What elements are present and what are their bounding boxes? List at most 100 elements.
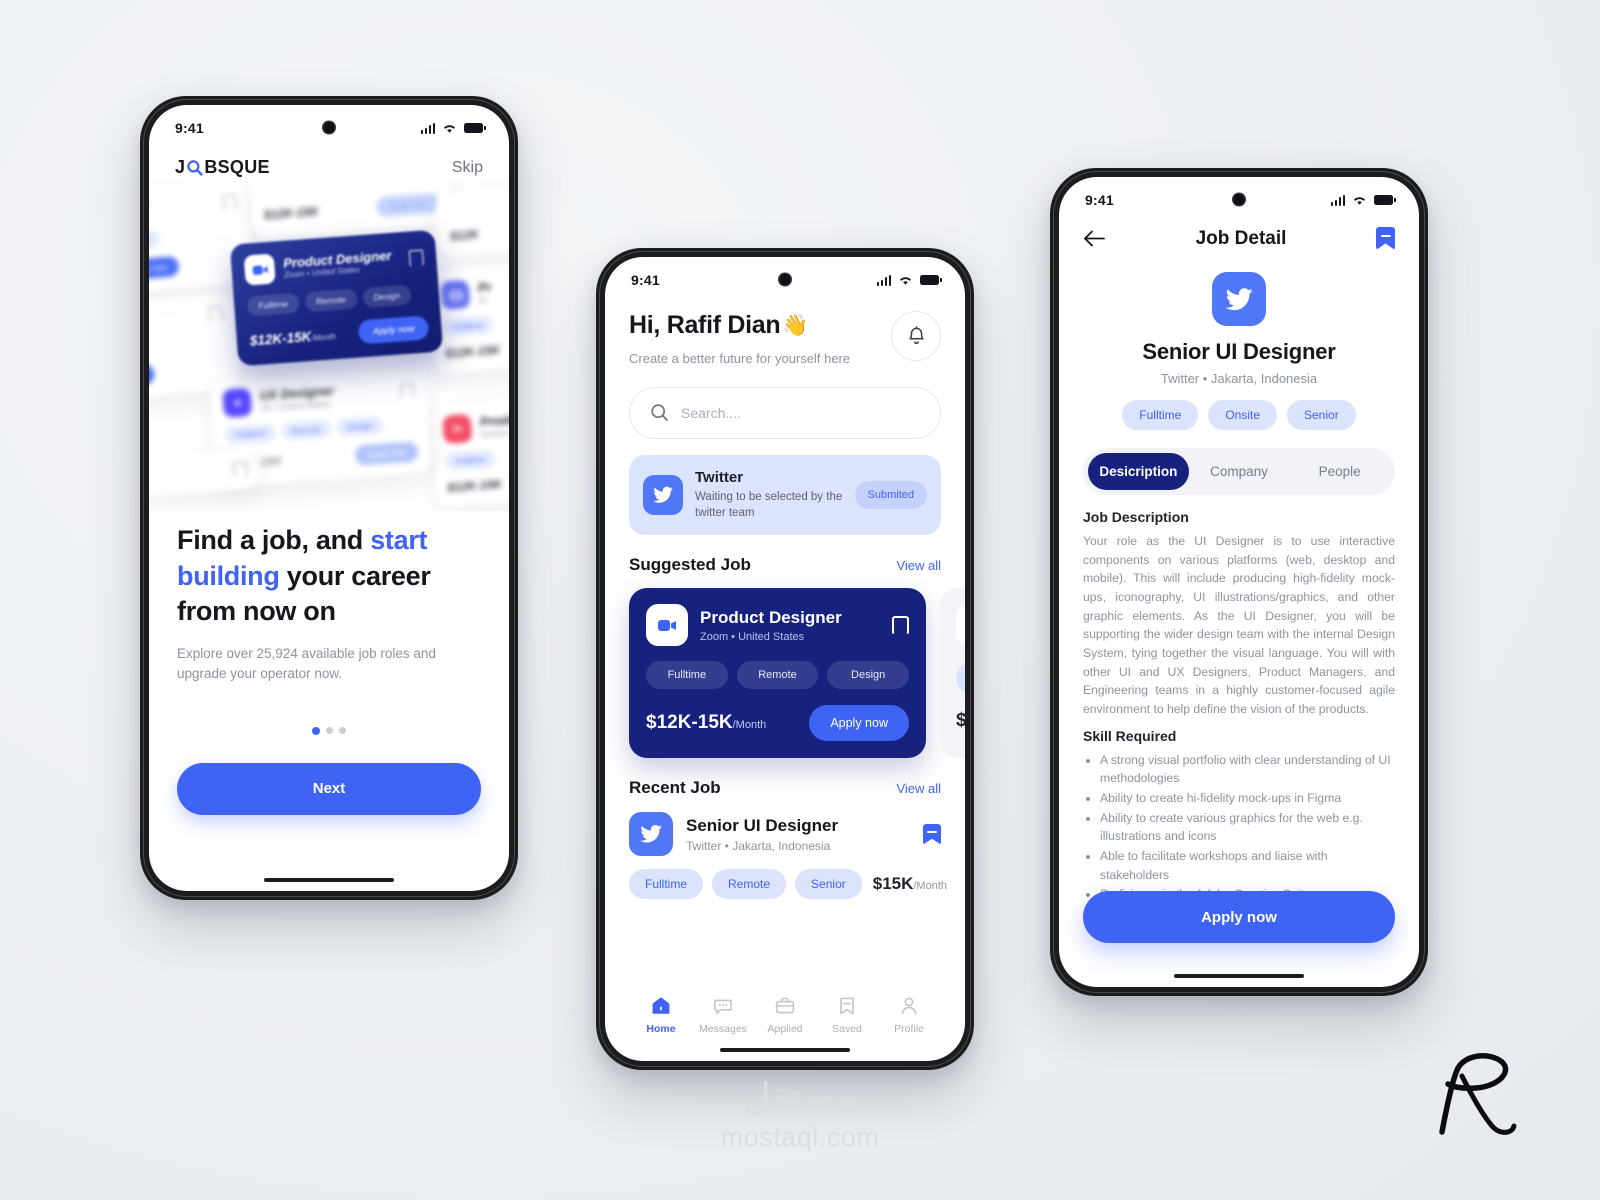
collage-card-title: Produ	[479, 412, 509, 430]
battery-icon	[1374, 195, 1396, 205]
zoom-icon	[243, 253, 276, 286]
application-status-card[interactable]: Twitter Waiting to be selected by the tw…	[629, 454, 941, 536]
job-chip[interactable]: Onsite	[1208, 400, 1277, 430]
description-body: Your role as the UI Designer is to use i…	[1083, 534, 1395, 716]
list-item: Ability to create various graphics for t…	[1100, 809, 1395, 846]
bookmark-icon	[840, 997, 854, 1015]
job-chip: Remote	[304, 288, 358, 313]
signal-bars-icon	[1330, 194, 1345, 206]
tab-people[interactable]: People	[1289, 453, 1390, 490]
list-item: A strong visual portfolio with clear und…	[1100, 751, 1395, 788]
app-logo: J BSQUE	[175, 157, 270, 178]
suggested-jobs-carousel[interactable]: Product Designer Zoom • United States Fu…	[629, 588, 965, 759]
tab-profile[interactable]: Profile	[883, 995, 935, 1035]
bookmark-icon	[223, 194, 237, 210]
search-input[interactable]: Search....	[629, 386, 941, 439]
apply-now-button[interactable]: Apply now	[809, 705, 909, 742]
job-company-location: Twitter • Jakarta, Indonesia	[1160, 371, 1318, 386]
tab-saved[interactable]: Saved	[821, 995, 873, 1035]
featured-apply-button: Apply now	[358, 315, 430, 345]
pagination-dot[interactable]	[339, 726, 346, 734]
logo-text-left: J	[175, 157, 186, 177]
job-chip: Remote	[712, 869, 787, 900]
tab-label: Applied	[767, 1023, 803, 1035]
job-card-product-designer[interactable]: Product Designer Zoom • United States Fu…	[629, 588, 926, 759]
collage-card-title: Pr	[477, 280, 492, 296]
job-chips: Fulltime Onsite Senior	[1059, 400, 1419, 430]
status-bar: 9:41	[1059, 177, 1419, 219]
status-time: 9:41	[1085, 192, 1114, 208]
bookmark-icon[interactable]	[892, 615, 909, 635]
collage-apply: Apply now	[149, 255, 180, 282]
status-time: 9:41	[175, 120, 204, 136]
onboarding-subtext: Explore over 25,924 available job roles …	[177, 645, 436, 682]
skip-button[interactable]: Skip	[452, 159, 483, 177]
watermark-latin: mostaql.com	[720, 1122, 880, 1152]
recent-section-header: Recent Job View all	[629, 778, 941, 798]
watermark-arabic: مستقل	[743, 1075, 857, 1119]
onboarding-body: Find a job, and start building your care…	[149, 523, 509, 815]
arrow-left-icon[interactable]	[1083, 229, 1106, 248]
page-title: Job Detail	[1195, 227, 1287, 249]
view-all-suggested[interactable]: View all	[896, 558, 941, 573]
collage-pay: $12K-15K	[444, 342, 501, 361]
tab-messages[interactable]: Messages	[697, 995, 749, 1035]
logo-text-right: BSQUE	[204, 157, 270, 177]
tab-description[interactable]: Desicription	[1088, 453, 1189, 490]
magnifier-icon	[186, 159, 203, 176]
wifi-icon	[900, 276, 911, 285]
bookmark-icon	[409, 250, 424, 267]
search-placeholder: Search....	[681, 404, 741, 421]
section-title-suggested: Suggested Job	[629, 555, 751, 575]
greeting-text: Hi, Rafif Dian	[629, 311, 781, 339]
job-subtitle: Twitter • Jakarta, Indonesia	[686, 838, 831, 853]
suggested-section-header: Suggested Job View all	[629, 555, 941, 575]
phone3-screen: 9:41 Job Detail Senior UI Designer Twitt…	[1059, 177, 1419, 987]
home-indicator	[1174, 974, 1304, 978]
notification-bell-button[interactable]	[891, 311, 941, 361]
status-icons	[876, 274, 942, 286]
bookmark-filled-icon[interactable]	[1376, 227, 1395, 250]
list-item: Ability to create hi-fidelity mock-ups i…	[1100, 789, 1395, 808]
recent-job-item[interactable]: Senior UI Designer Twitter • Jakarta, In…	[629, 812, 947, 900]
chat-bubble-icon	[714, 999, 732, 1015]
job-title: Product Designer	[700, 607, 842, 627]
battery-icon	[920, 275, 942, 285]
tab-applied[interactable]: Applied	[759, 995, 811, 1035]
job-chip[interactable]: Senior	[1287, 400, 1356, 430]
description-heading: Job Description	[1083, 509, 1189, 525]
pagination-dot-active[interactable]	[312, 726, 320, 735]
view-all-recent[interactable]: View all	[896, 781, 941, 796]
job-title: Senior UI Designer	[686, 815, 839, 835]
pagination-dot[interactable]	[326, 726, 333, 734]
job-chip[interactable]: Fulltime	[1122, 400, 1199, 430]
tab-company[interactable]: Company	[1189, 453, 1290, 490]
status-badge[interactable]: Submited	[854, 480, 927, 509]
bookmark-icon	[233, 462, 247, 478]
collage-card-title	[149, 315, 200, 324]
phone-home: 9:41 Hi, Rafif Dian 👋 Create a better fu…	[596, 248, 974, 1070]
collage-pay: $12K-15K	[263, 204, 320, 223]
signal-bars-icon	[420, 122, 435, 134]
next-button[interactable]: Next	[177, 762, 481, 815]
collage-chip: Remote	[280, 419, 332, 441]
job-card-peek[interactable]: $	[940, 588, 965, 759]
vk-icon	[222, 387, 253, 418]
detail-tabs: Desicription Company People	[1083, 448, 1395, 495]
search-icon	[651, 404, 668, 421]
job-cards-collage: signer ates Design Apply now Design ply …	[149, 181, 509, 511]
apply-now-button[interactable]: Apply now	[1083, 891, 1395, 943]
pagination-dots	[177, 726, 481, 735]
tab-home[interactable]: Home	[635, 995, 687, 1035]
featured-job-pay-unit: /Month	[311, 331, 337, 343]
home-icon	[652, 997, 670, 1014]
skills-heading: Skill Required	[1083, 727, 1177, 744]
bookmark-filled-icon[interactable]	[923, 823, 941, 845]
job-role-title: Senior UI Designer	[1142, 339, 1336, 364]
collage-chip: Fulltime	[442, 315, 494, 337]
job-chip: Design	[827, 661, 910, 690]
collage-apply: ply now	[149, 363, 156, 389]
collage-chip: Fulltime	[224, 423, 276, 445]
greeting-row: Hi, Rafif Dian 👋 Create a better future …	[629, 311, 941, 369]
phone1-screen: 9:41 J BSQUE Skip now $12K-15K Apply now…	[149, 105, 509, 891]
